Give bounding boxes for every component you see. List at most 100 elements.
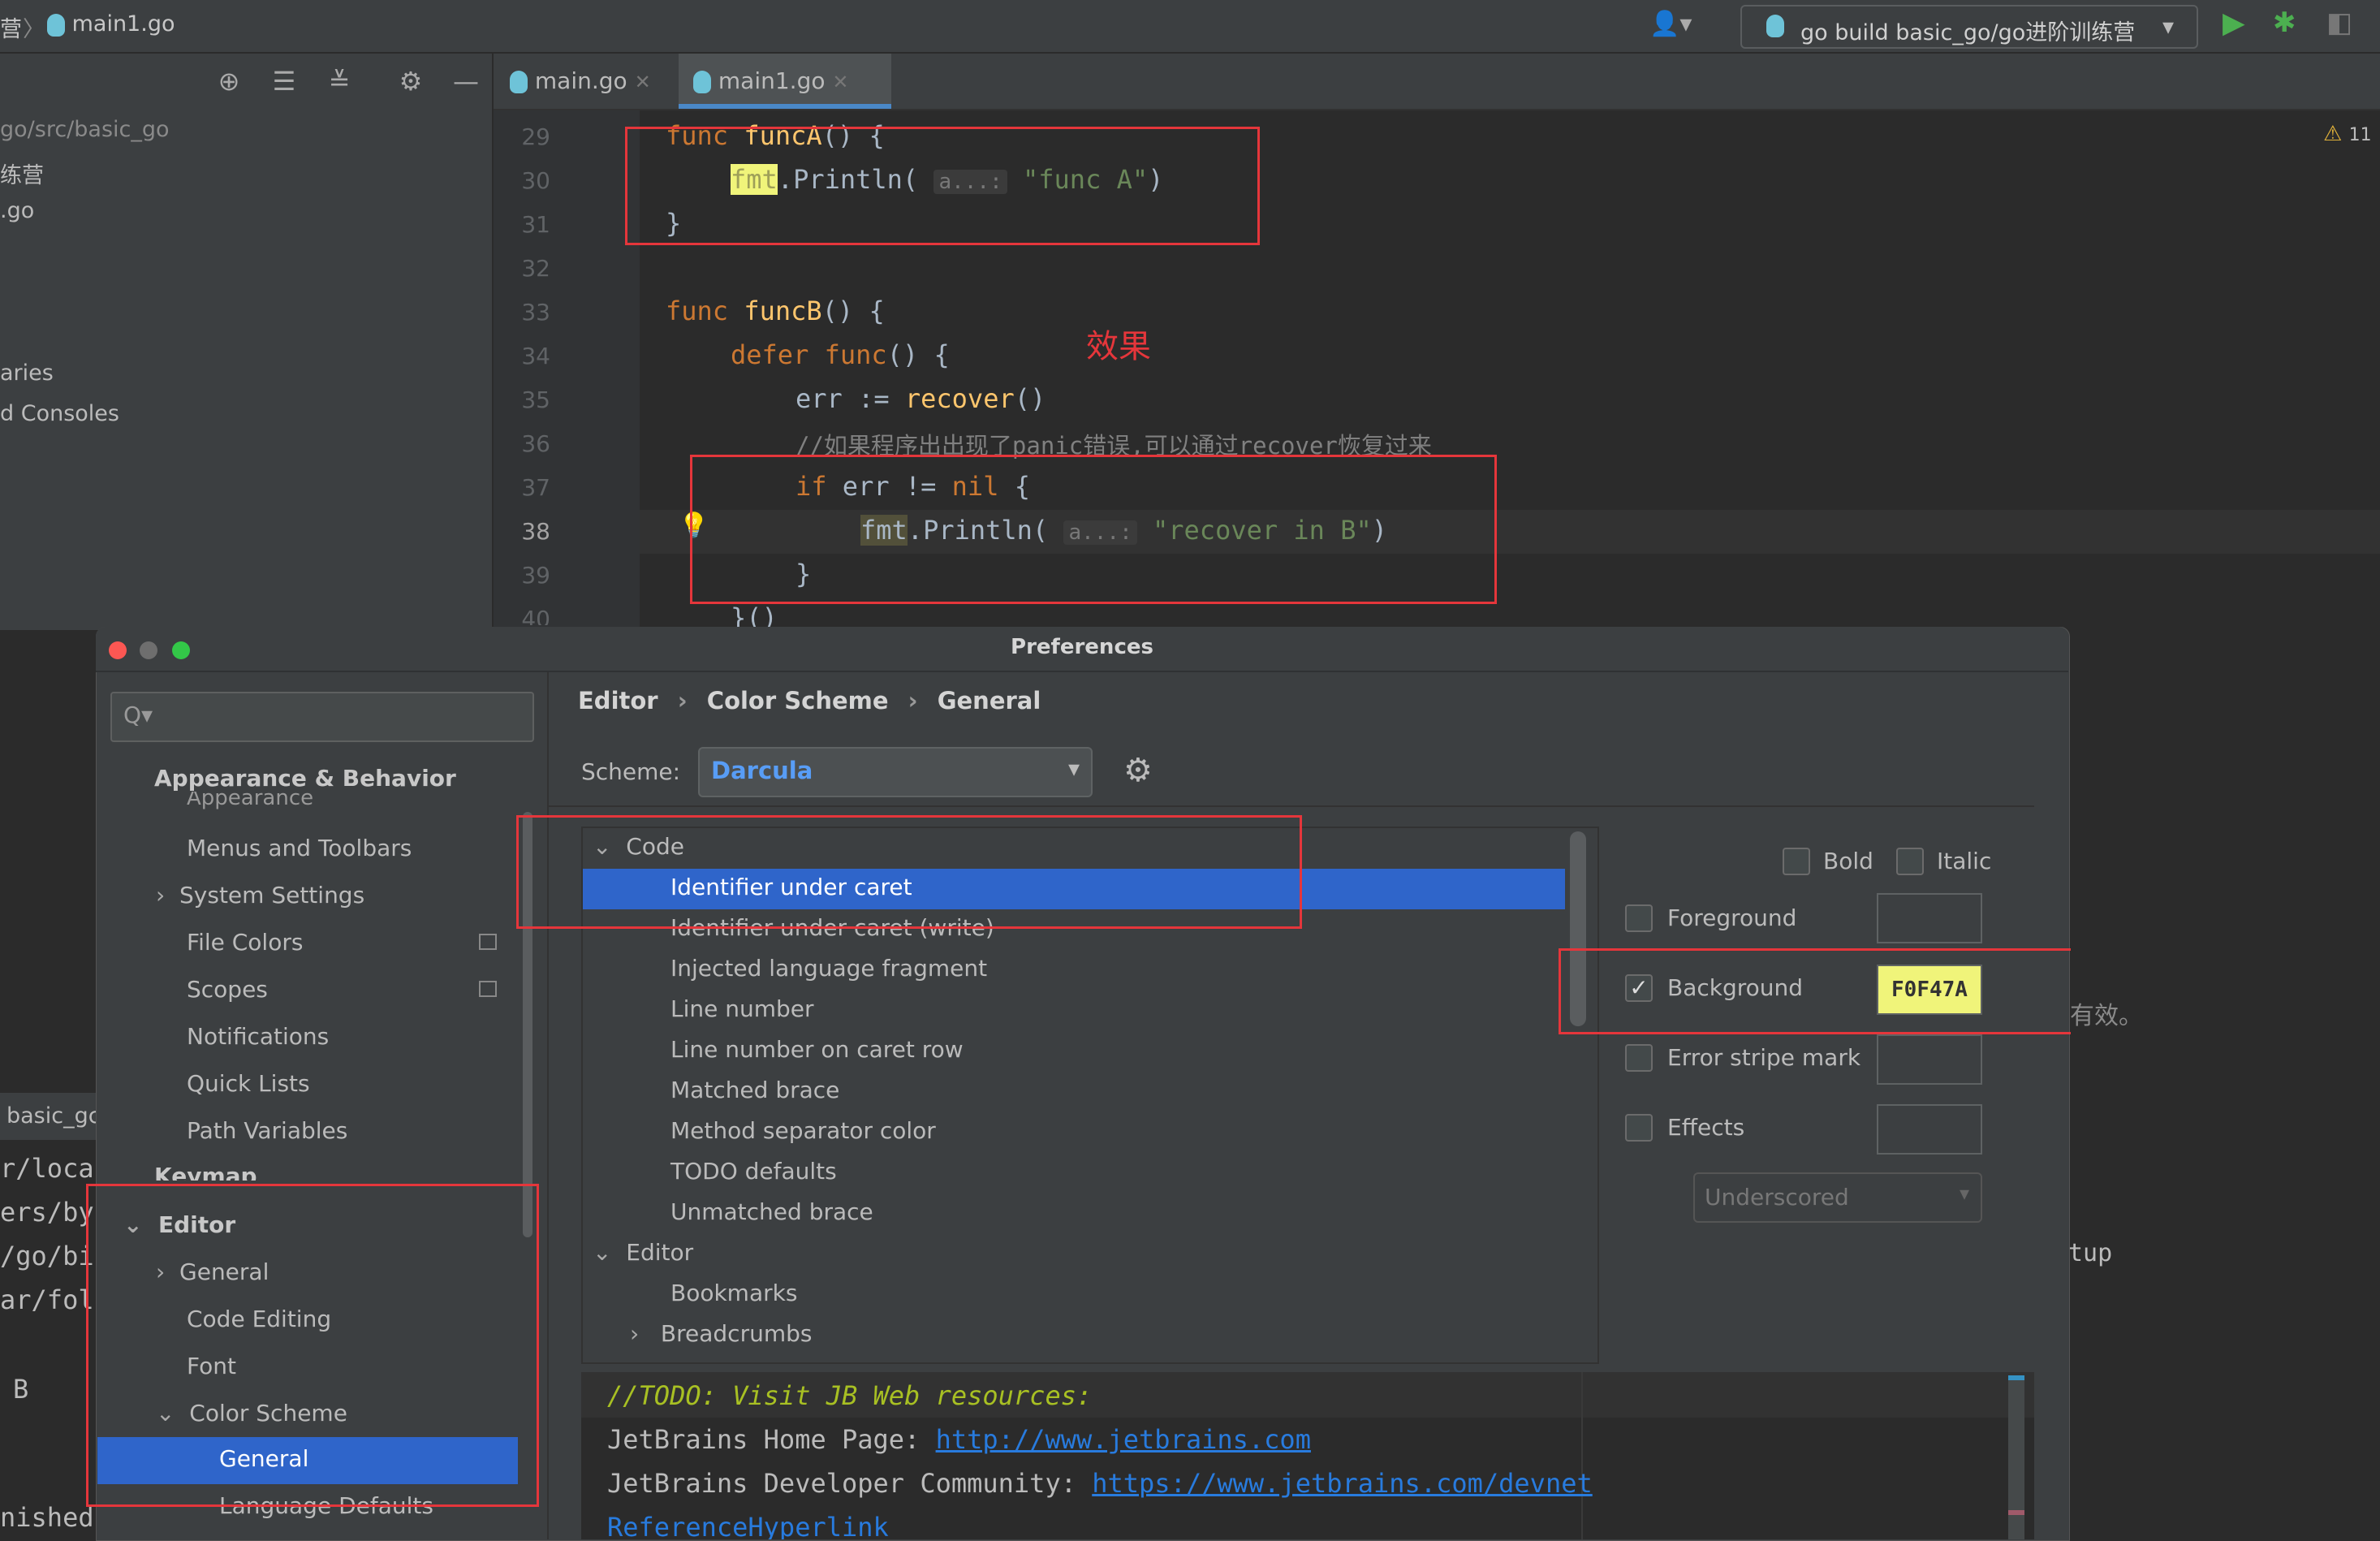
option-breadcrumbs[interactable]: › Breadcrumbs xyxy=(630,1320,812,1347)
preview-scroll-marker xyxy=(2008,1375,2024,1380)
line-number: 40 xyxy=(521,606,550,625)
annotation-box-nav xyxy=(86,1184,539,1507)
tree-item[interactable]: aries xyxy=(0,360,54,386)
annotation-label: 效果 xyxy=(1086,328,1151,365)
divider xyxy=(549,805,2034,807)
line-number: 38 xyxy=(521,518,550,545)
italic-label: Italic xyxy=(1937,848,1992,874)
option-matched-brace[interactable]: Matched brace xyxy=(670,1077,839,1103)
zoom-window-button[interactable] xyxy=(172,641,190,659)
preview-margin-line xyxy=(1581,1372,1583,1539)
error-stripe-label: Error stripe mark xyxy=(1667,1044,1861,1071)
breadcrumb-file[interactable]: main1.go xyxy=(47,11,175,37)
line-number: 39 xyxy=(521,562,550,589)
go-file-icon xyxy=(510,71,528,93)
option-injected-language[interactable]: Injected language fragment xyxy=(670,955,987,982)
run-configuration-selector[interactable]: go build basic_go/go进阶训练营 ▾ xyxy=(1740,5,2198,49)
breadcrumb-color-scheme[interactable]: Color Scheme xyxy=(707,687,889,714)
tree-item[interactable]: 练营 xyxy=(0,158,44,189)
tab-main-go[interactable]: main.go ✕ xyxy=(510,54,672,109)
locate-icon[interactable]: ⊕ xyxy=(213,65,245,97)
close-window-button[interactable] xyxy=(109,641,127,659)
breadcrumb-project[interactable]: 营 xyxy=(0,11,22,43)
hide-icon[interactable]: — xyxy=(450,65,482,97)
line-number: 32 xyxy=(521,255,550,282)
nav-appearance-behavior[interactable]: Appearance & Behavior xyxy=(154,765,456,792)
nav-file-colors[interactable]: File Colors xyxy=(187,929,303,956)
breadcrumb-general[interactable]: General xyxy=(938,687,1041,714)
code-line: }() xyxy=(731,602,778,627)
run-tab[interactable]: basic_gc xyxy=(0,1093,102,1140)
go-file-icon xyxy=(693,71,711,93)
gear-icon[interactable]: ⚙ xyxy=(1123,752,1153,789)
foreground-color-swatch[interactable] xyxy=(1877,893,1982,943)
scheme-dropdown[interactable]: Darcula ▾ xyxy=(698,747,1093,797)
preview-line: JetBrains Developer Community: https://w… xyxy=(607,1468,1593,1499)
effects-color-swatch[interactable] xyxy=(1877,1104,1982,1155)
breadcrumb: Editor › Color Scheme › General xyxy=(578,687,1041,714)
effects-checkbox[interactable] xyxy=(1625,1114,1653,1142)
tab-main1-go[interactable]: main1.go ✕ xyxy=(679,54,891,109)
code-line: defer func() { xyxy=(731,339,950,370)
code-line: func funcB() { xyxy=(666,296,885,326)
tree-item[interactable]: d Consoles xyxy=(0,401,119,426)
line-number: 31 xyxy=(521,211,550,238)
nav-notifications[interactable]: Notifications xyxy=(187,1023,329,1050)
option-todo-defaults[interactable]: TODO defaults xyxy=(670,1158,837,1185)
nav-path-variables[interactable]: Path Variables xyxy=(187,1117,347,1144)
line-number: 36 xyxy=(521,430,550,457)
coverage-icon[interactable]: ◧ xyxy=(2326,6,2352,39)
error-stripe-checkbox[interactable] xyxy=(1625,1044,1653,1072)
close-icon[interactable]: ✕ xyxy=(832,71,848,93)
nav-keymap[interactable]: Keymap xyxy=(154,1163,257,1181)
preview-reference[interactable]: ReferenceHyperlink xyxy=(607,1512,889,1539)
settings-search-input[interactable]: Q▾ xyxy=(110,692,534,742)
option-line-number-caret-row[interactable]: Line number on caret row xyxy=(670,1036,964,1063)
tree-item[interactable]: .go xyxy=(0,198,34,223)
error-stripe-color-swatch[interactable] xyxy=(1877,1034,1982,1085)
gear-icon[interactable]: ⚙ xyxy=(395,65,427,97)
user-icon[interactable]: 👤▾ xyxy=(1649,10,1692,38)
close-icon[interactable]: ✕ xyxy=(635,71,651,93)
nav-system-settings[interactable]: › System Settings xyxy=(156,882,364,909)
line-number: 37 xyxy=(521,474,550,501)
italic-checkbox[interactable] xyxy=(1896,848,1924,875)
console-line: ar/fol xyxy=(0,1284,94,1315)
preview-link[interactable]: http://www.jetbrains.com xyxy=(936,1424,1311,1455)
foreground-checkbox[interactable] xyxy=(1625,904,1653,932)
nav-scopes[interactable]: Scopes xyxy=(187,976,268,1003)
collapse-all-icon[interactable]: ≚ xyxy=(323,65,356,97)
console-line: r/loca xyxy=(0,1153,94,1184)
chevron-down-icon: ▾ xyxy=(1067,755,1080,782)
bold-checkbox[interactable] xyxy=(1783,848,1810,875)
breadcrumb-editor[interactable]: Editor xyxy=(578,687,658,714)
warning-icon[interactable]: ⚠ 11 xyxy=(2323,122,2372,146)
dialog-titlebar: Preferences xyxy=(96,627,2068,672)
option-line-number[interactable]: Line number xyxy=(670,995,814,1022)
background-panel xyxy=(2068,1047,2380,1145)
nav-quick-lists[interactable]: Quick Lists xyxy=(187,1070,310,1097)
scheme-value: Darcula xyxy=(711,757,813,784)
project-scope-icon xyxy=(479,934,497,950)
chevron-right-icon: › xyxy=(630,1320,640,1347)
dialog-title: Preferences xyxy=(1011,635,1153,659)
option-unmatched-brace[interactable]: Unmatched brace xyxy=(670,1198,873,1225)
option-method-separator[interactable]: Method separator color xyxy=(670,1117,936,1144)
chevron-down-icon: ⌄ xyxy=(593,1239,612,1266)
title-bar: 营 〉 main1.go 👤▾ go build basic_go/go进阶训练… xyxy=(0,0,2380,54)
minimize-window-button[interactable] xyxy=(140,641,157,659)
effect-type-dropdown[interactable]: Underscored ▾ xyxy=(1693,1172,1982,1223)
run-icon[interactable]: ▶ xyxy=(2223,6,2245,40)
console-line: ers/by xyxy=(0,1197,94,1228)
chevron-down-icon: ▾ xyxy=(2162,13,2175,40)
project-path[interactable]: go/src/basic_go xyxy=(0,117,170,142)
go-build-icon xyxy=(1766,15,1784,37)
debug-icon[interactable]: ✱ xyxy=(2273,6,2296,39)
option-bookmarks[interactable]: Bookmarks xyxy=(670,1280,797,1306)
tree-node-editor[interactable]: ⌄ Editor xyxy=(593,1239,693,1266)
expand-all-icon[interactable]: ☰ xyxy=(268,65,300,97)
line-number: 29 xyxy=(521,123,550,150)
search-icon: Q▾ xyxy=(123,701,153,728)
nav-menus-toolbars[interactable]: Menus and Toolbars xyxy=(187,835,412,861)
preview-link[interactable]: https://www.jetbrains.com/devnet xyxy=(1092,1468,1593,1499)
